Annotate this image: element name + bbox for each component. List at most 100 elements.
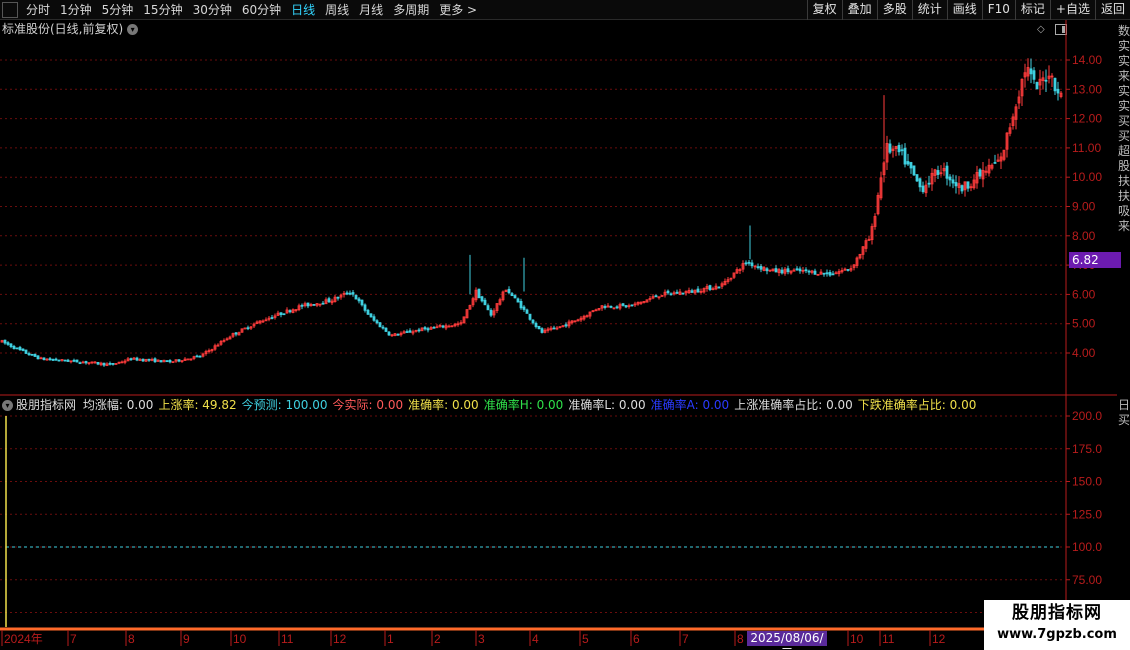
price-label: 8.00 — [1072, 229, 1096, 243]
time-label: 9 — [183, 632, 190, 646]
candle-body — [360, 299, 364, 306]
candle-body — [900, 149, 904, 152]
candle-body — [27, 353, 31, 356]
indicator-item-value: 0.00 — [122, 398, 154, 412]
candle-body — [522, 306, 526, 310]
candle-body — [909, 162, 913, 169]
candle-body — [72, 359, 76, 362]
candle-body — [483, 299, 487, 306]
right-panel-edge: 数实实来实实买买超股扶扶吸来 — [1118, 24, 1130, 233]
indicator-panel-edge: 日买 — [1118, 398, 1130, 427]
candle-body — [927, 182, 931, 185]
time-label: 11 — [882, 632, 895, 646]
candle-body — [513, 295, 517, 299]
candle-body — [270, 317, 274, 319]
candle-body — [432, 326, 436, 329]
time-label: 7 — [70, 632, 77, 646]
kline-chart[interactable]: 14.0013.0012.0011.0010.009.008.007.006.0… — [0, 0, 1130, 650]
candle-body — [372, 316, 376, 321]
candle-body — [903, 147, 907, 165]
candle-body — [906, 161, 910, 165]
candle-body — [75, 359, 79, 363]
candle-body — [765, 268, 769, 272]
candle-body — [747, 261, 751, 264]
candle-body — [828, 271, 832, 276]
indicator-level-label: 200.0 — [1072, 409, 1102, 423]
candle-body — [717, 286, 721, 289]
candle-body — [288, 310, 292, 313]
time-label: 12 — [333, 632, 347, 646]
candle-body — [786, 268, 790, 273]
indicator-item-label: 准确率L: — [568, 398, 616, 412]
candle-body — [936, 170, 940, 175]
candle-body — [795, 268, 799, 271]
candle-body — [12, 345, 16, 349]
candle-body — [327, 298, 331, 303]
candle-body — [66, 359, 70, 362]
candle-body — [9, 343, 13, 348]
watermark-url: www.7gpzb.com — [997, 627, 1117, 642]
candle-body — [804, 269, 808, 272]
chevron-down-icon[interactable]: ▾ — [2, 400, 13, 411]
indicator-item-value: 0.00 — [698, 398, 730, 412]
indicator-item-9: 下跌准确率占比: 0.00 — [858, 398, 977, 412]
candle-body — [51, 359, 55, 361]
indicator-item-3: 今实际: 0.00 — [333, 398, 404, 412]
candle-body — [774, 268, 778, 273]
candle-body — [336, 296, 340, 299]
candle-body — [246, 327, 250, 330]
indicator-item-7: 准确率A: 0.00 — [651, 398, 730, 412]
candle-body — [1056, 88, 1060, 94]
candle-body — [960, 185, 964, 192]
indicator-item-6: 准确率L: 0.00 — [568, 398, 645, 412]
candle-body — [312, 304, 316, 306]
indicator-item-value: 0.00 — [615, 398, 646, 412]
candle-body — [507, 288, 511, 294]
candle-body — [15, 347, 19, 350]
candle-body — [681, 292, 685, 295]
indicator-level-label: 75.00 — [1072, 573, 1102, 587]
candle-body — [537, 325, 541, 330]
candle-body — [531, 319, 535, 324]
candle-body — [282, 313, 286, 316]
time-label: 7 — [682, 632, 689, 646]
indicator-item-8: 上涨准确率占比: 0.00 — [734, 398, 853, 412]
indicator-item-value: 0.00 — [372, 398, 404, 412]
candle-body — [153, 358, 157, 363]
indicator-item-value: 0.00 — [448, 398, 479, 412]
candle-body — [603, 306, 607, 308]
candle-body — [417, 329, 421, 332]
price-label: 11.00 — [1072, 141, 1101, 155]
candle-body — [630, 304, 634, 307]
candle-body — [621, 303, 625, 306]
candle-body — [198, 355, 202, 358]
candle-body — [243, 327, 247, 330]
candle-body — [696, 288, 700, 293]
indicator-level-label: 125.0 — [1072, 507, 1102, 521]
candle-body — [423, 327, 427, 330]
candle-body — [306, 302, 310, 307]
candle-body — [141, 358, 145, 362]
candle-body — [159, 360, 163, 363]
candle-body — [516, 298, 520, 303]
price-label: 9.00 — [1072, 200, 1096, 214]
candle-body — [384, 327, 388, 332]
candle-body — [54, 358, 58, 361]
watermark-title: 股朋指标网 — [1012, 603, 1102, 623]
candle-body — [954, 182, 958, 187]
time-label: 8 — [737, 632, 744, 646]
candle-body — [177, 359, 181, 362]
candle-body — [897, 144, 901, 153]
candle-body — [780, 269, 784, 274]
indicator-name[interactable]: 股朋指标网 — [16, 398, 76, 412]
candle-body — [42, 357, 46, 361]
candle-body — [798, 268, 802, 272]
candle-body — [147, 358, 151, 361]
candle-body — [426, 328, 430, 331]
indicator-item-2: 今预测: 100.00 — [242, 398, 328, 412]
candle-body — [108, 362, 112, 365]
candle-body — [564, 324, 568, 327]
time-label: 6 — [633, 632, 640, 646]
time-label: 1 — [387, 632, 394, 646]
indicator-item-label: 准确率: — [408, 398, 449, 412]
